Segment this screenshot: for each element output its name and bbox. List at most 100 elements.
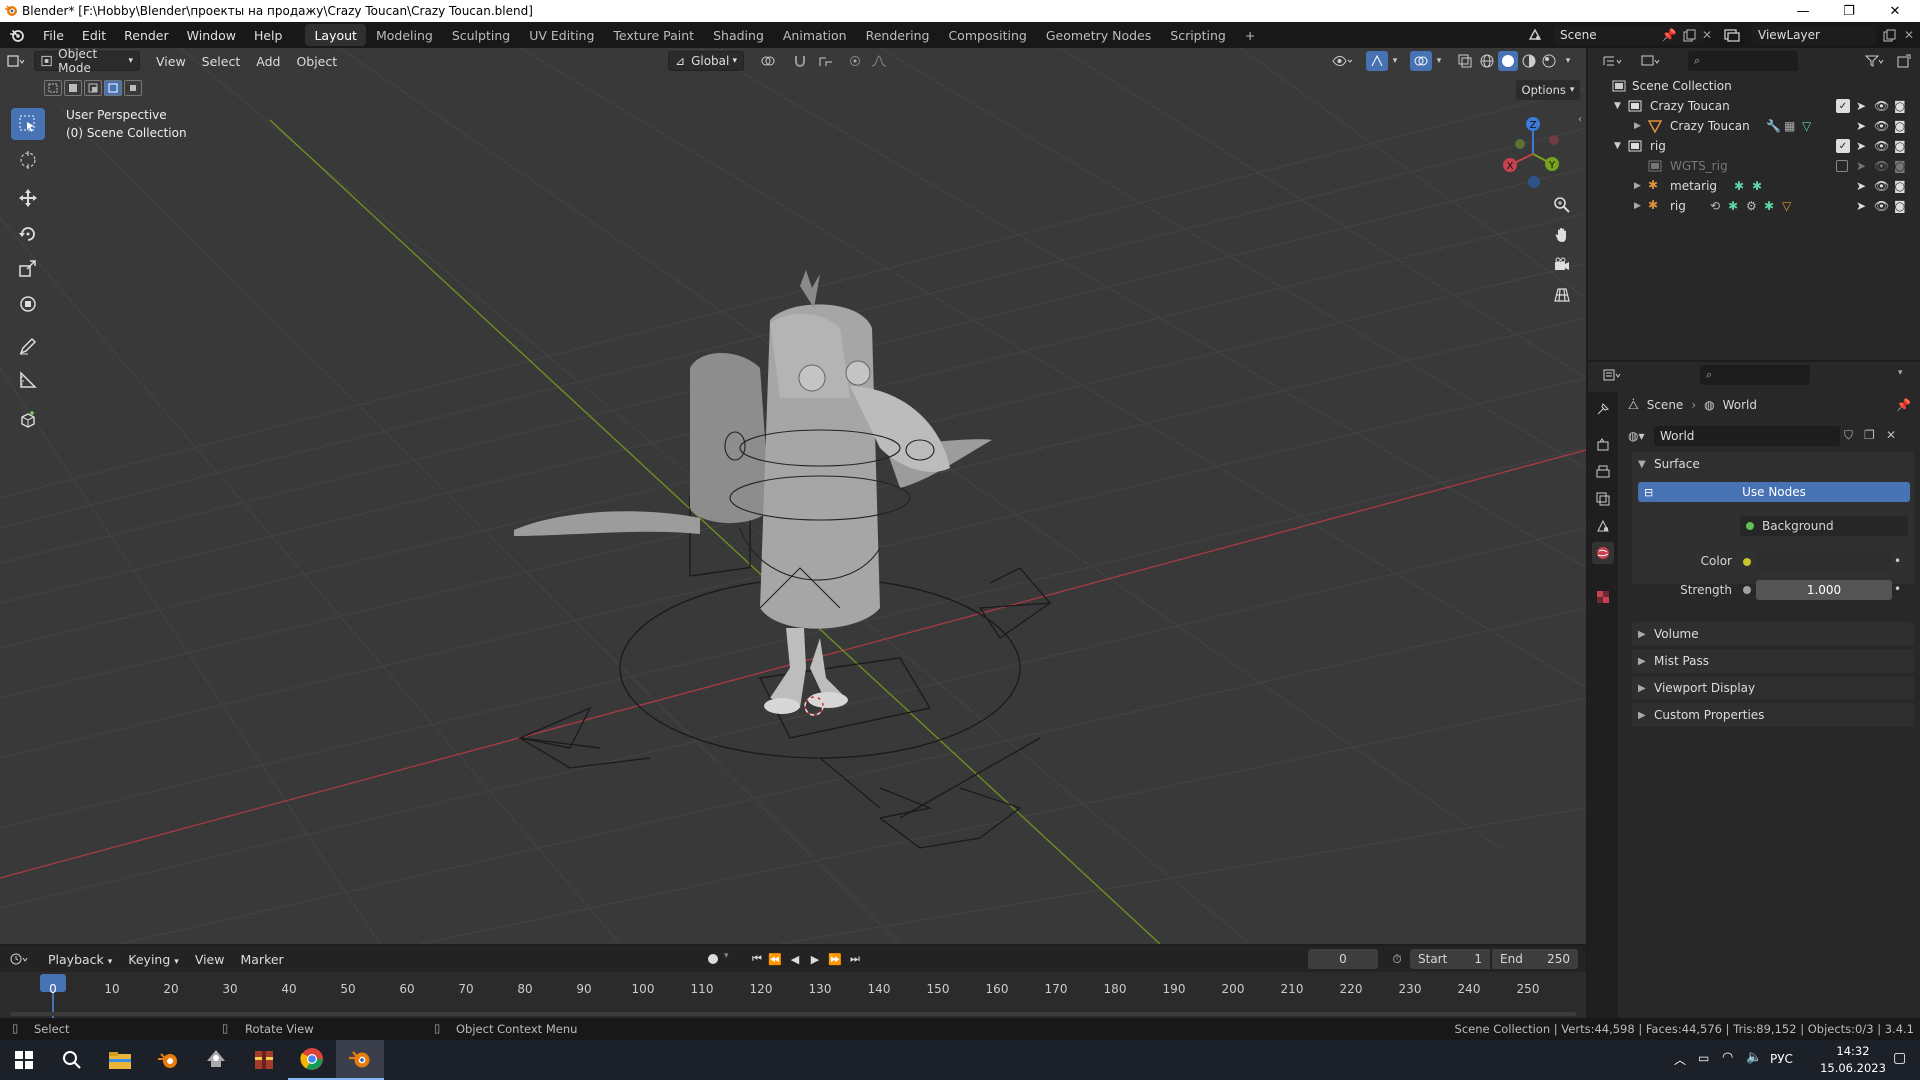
navigation-gizmo[interactable]: Z X Y	[1494, 112, 1572, 196]
jump-keyframe-forward-icon[interactable]: ⏩	[826, 950, 844, 968]
volume-icon[interactable]: 🔈	[1746, 1050, 1762, 1065]
start-frame-field[interactable]: Start 1	[1410, 949, 1490, 969]
texture-tab-icon[interactable]	[1592, 586, 1614, 608]
tool-add-cube[interactable]	[11, 404, 45, 436]
tab-rendering[interactable]: Rendering	[857, 24, 939, 46]
maximize-button[interactable]: ❐	[1826, 0, 1872, 22]
timeline-menu-view[interactable]: View	[187, 952, 233, 967]
inkscape-app-icon[interactable]	[192, 1040, 240, 1080]
expand-arrow-icon[interactable]: ▶	[1634, 201, 1641, 211]
outliner-row-scene-collection[interactable]: Scene Collection	[1588, 76, 1920, 96]
jump-to-start-icon[interactable]: ⏮	[748, 950, 766, 968]
menu-window[interactable]: Window	[178, 22, 245, 48]
jump-to-end-icon[interactable]: ⏭	[846, 950, 864, 968]
render-camera-icon[interactable]: ◙	[1894, 159, 1906, 173]
outliner-row-rig-collection[interactable]: ▼ rig ✓ ➤ 👁 ◙	[1588, 136, 1920, 156]
tray-chevron-icon[interactable]: ︿	[1674, 1051, 1686, 1068]
stopwatch-icon[interactable]: ⏱	[1388, 950, 1406, 968]
select-new-icon[interactable]	[44, 80, 62, 96]
tab-compositing[interactable]: Compositing	[939, 24, 1035, 46]
view-layer-tab-icon[interactable]	[1592, 488, 1614, 510]
timeline-menu-marker[interactable]: Marker	[232, 952, 291, 967]
archive-app-icon[interactable]	[240, 1040, 288, 1080]
chrome-app-icon[interactable]	[288, 1040, 336, 1080]
zoom-view-icon[interactable]	[1548, 191, 1576, 219]
sidebar-toggle-icon[interactable]: ‹	[1578, 114, 1582, 125]
delete-view-layer-icon[interactable]: ✕	[1900, 26, 1918, 44]
keyframe-dot-icon[interactable]: •	[1894, 554, 1901, 568]
viewport-scene[interactable]	[0, 48, 1586, 944]
scene-icon[interactable]	[1526, 26, 1544, 44]
world-tab-icon[interactable]	[1592, 542, 1614, 564]
pin-icon[interactable]: 📌	[1896, 398, 1911, 412]
chevron-down-icon[interactable]: ▾	[724, 951, 729, 961]
material-shading-icon[interactable]	[1520, 52, 1538, 70]
editor-type-icon[interactable]	[0, 50, 34, 72]
world-name-field[interactable]: World	[1654, 426, 1840, 446]
properties-editor-type-icon[interactable]	[1598, 366, 1628, 384]
tool-rotate[interactable]	[11, 218, 45, 250]
tool-cursor[interactable]	[11, 144, 45, 176]
render-camera-icon[interactable]: ◙	[1894, 139, 1906, 153]
file-explorer-icon[interactable]	[96, 1040, 144, 1080]
current-frame-field[interactable]: 0	[1308, 949, 1378, 969]
auto-keying-record-icon[interactable]	[704, 950, 722, 968]
view-layer-icon[interactable]	[1722, 26, 1742, 44]
timeline-menu-keying[interactable]: Keying ▾	[120, 952, 187, 967]
viewport-display-panel-header[interactable]: ▶ Viewport Display	[1632, 676, 1914, 700]
snap-target-icon[interactable]	[812, 52, 840, 70]
tool-measure[interactable]	[11, 364, 45, 396]
new-view-layer-icon[interactable]	[1880, 26, 1898, 44]
shading-dropdown-icon[interactable]: ▾	[1560, 52, 1576, 70]
object-mode-dropdown[interactable]: Object Mode ▾	[34, 48, 140, 75]
outliner-row-metarig[interactable]: ▶ ✱ metarig ✱ ✱ ➤ 👁 ◙	[1588, 176, 1920, 196]
surface-shader-field[interactable]: Background	[1740, 516, 1908, 536]
add-workspace-button[interactable]: +	[1236, 24, 1264, 46]
tool-scale[interactable]	[11, 252, 45, 284]
display-mode-icon[interactable]	[1636, 52, 1666, 70]
tool-tab-icon[interactable]	[1592, 398, 1614, 420]
viewport-menu-view[interactable]: View	[148, 54, 194, 69]
viewport-menu-select[interactable]: Select	[194, 54, 249, 69]
world-browse-icon[interactable]: ◍▾	[1628, 429, 1645, 443]
tool-select-box[interactable]	[11, 108, 45, 140]
strength-field[interactable]: 1.000	[1756, 580, 1892, 600]
mist-pass-panel-header[interactable]: ▶ Mist Pass	[1632, 649, 1914, 673]
wireframe-shading-icon[interactable]	[1478, 52, 1496, 70]
select-subtract-icon[interactable]	[84, 80, 102, 96]
battery-icon[interactable]: ▭	[1698, 1051, 1709, 1065]
eye-icon[interactable]: 👁	[1874, 159, 1889, 173]
play-icon[interactable]: ▶	[806, 950, 824, 968]
transform-orientation-dropdown[interactable]: ⊿ Global ▾	[668, 51, 744, 71]
color-swatch[interactable]	[1756, 552, 1892, 572]
exclude-checkbox[interactable]: ✓	[1836, 139, 1850, 153]
output-tab-icon[interactable]	[1592, 461, 1614, 483]
tool-annotate[interactable]	[11, 330, 45, 362]
menu-file[interactable]: File	[34, 22, 73, 48]
camera-view-icon[interactable]	[1548, 251, 1576, 279]
new-scene-icon[interactable]	[1680, 26, 1698, 44]
clock-time[interactable]: 14:32	[1818, 1044, 1888, 1058]
notifications-icon[interactable]: ▢	[1893, 1050, 1906, 1066]
select-invert-icon[interactable]	[104, 80, 122, 96]
pivot-point-icon[interactable]	[754, 52, 782, 70]
custom-properties-panel-header[interactable]: ▶ Custom Properties	[1632, 703, 1914, 727]
select-pointer-icon[interactable]: ➤	[1856, 159, 1866, 173]
select-pointer-icon[interactable]: ➤	[1856, 99, 1866, 113]
viewport-menu-add[interactable]: Add	[248, 54, 288, 69]
select-pointer-icon[interactable]: ➤	[1856, 139, 1866, 153]
new-collection-icon[interactable]	[1894, 52, 1914, 70]
minimize-button[interactable]: —	[1780, 0, 1826, 22]
delete-scene-icon[interactable]: ✕	[1698, 26, 1716, 44]
3d-viewport[interactable]: Object Mode ▾ View Select Add Object ⊿ G…	[0, 48, 1586, 944]
gizmo-dropdown-icon[interactable]: ▾	[1388, 52, 1402, 70]
select-extend-icon[interactable]	[64, 80, 82, 96]
search-icon[interactable]	[48, 1040, 96, 1080]
gizmo-toggle-icon[interactable]	[1366, 51, 1388, 71]
view-layer-field[interactable]: ViewLayer	[1752, 25, 1876, 45]
timeline-editor-type-icon[interactable]	[0, 948, 40, 970]
expand-arrow-icon[interactable]: ▶	[1634, 121, 1641, 131]
render-tab-icon[interactable]	[1592, 434, 1614, 456]
render-camera-icon[interactable]: ◙	[1894, 99, 1906, 113]
expand-arrow-icon[interactable]: ▶	[1634, 181, 1641, 191]
